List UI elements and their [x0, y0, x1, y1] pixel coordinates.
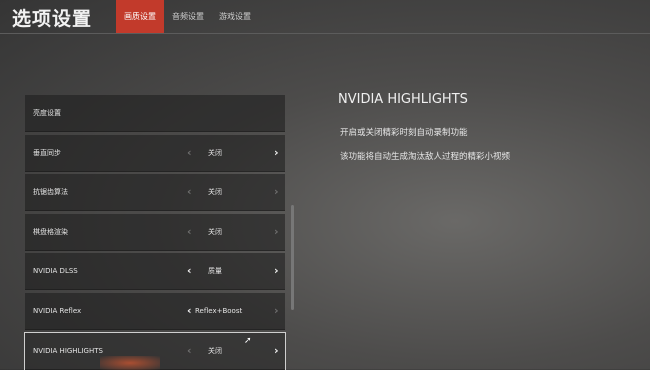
setting-value: 关闭	[208, 188, 222, 196]
setting-value: 关闭	[208, 347, 222, 355]
setting-value: Reflex+Boost	[195, 307, 243, 315]
setting-label: NVIDIA Reflex	[33, 307, 82, 315]
settings-scrollbar[interactable]	[291, 205, 294, 310]
detail-description-line: 该功能将自动生成淘汰敌人过程的精彩小视频	[340, 152, 511, 162]
accent-glow	[100, 356, 160, 370]
chevron-left-icon[interactable]: ‹	[187, 333, 192, 369]
detail-description-line: 开启或关闭精彩时刻自动录制功能	[340, 128, 468, 138]
chevron-right-icon[interactable]: ›	[274, 253, 279, 289]
setting-row-reflex[interactable]: NVIDIA Reflex ‹ Reflex+Boost ›	[25, 293, 285, 330]
page-title: 选项设置	[12, 8, 93, 30]
header-divider	[0, 33, 650, 34]
mouse-cursor-icon: ➚	[244, 336, 252, 346]
setting-row-brightness[interactable]: 亮度设置	[25, 95, 285, 132]
setting-value: 关闭	[208, 228, 222, 236]
top-bar: 选项设置 画质设置 音频设置 游戏设置	[0, 0, 650, 34]
tab-audio[interactable]: 音频设置	[166, 0, 210, 33]
chevron-right-icon[interactable]: ›	[274, 135, 279, 171]
setting-value: 质量	[208, 267, 222, 275]
chevron-left-icon[interactable]: ‹	[187, 214, 192, 250]
setting-label: 垂直同步	[33, 149, 61, 157]
setting-label: 抗锯齿算法	[33, 188, 68, 196]
chevron-right-icon[interactable]: ›	[274, 174, 279, 210]
setting-label: NVIDIA DLSS	[33, 267, 78, 275]
tab-game[interactable]: 游戏设置	[213, 0, 257, 33]
setting-row-dlss[interactable]: NVIDIA DLSS ‹ 质量 ›	[25, 253, 285, 290]
setting-label: NVIDIA HIGHLIGHTS	[33, 347, 103, 355]
tab-graphics[interactable]: 画质设置	[116, 0, 164, 34]
setting-value: 关闭	[208, 149, 222, 157]
chevron-right-icon[interactable]: ›	[274, 333, 279, 369]
setting-row-checkerboard[interactable]: 棋盘格渲染 ‹ 关闭 ›	[25, 214, 285, 251]
chevron-left-icon[interactable]: ‹	[187, 293, 192, 329]
setting-label: 亮度设置	[33, 109, 61, 117]
chevron-left-icon[interactable]: ‹	[187, 135, 192, 171]
chevron-right-icon[interactable]: ›	[274, 214, 279, 250]
setting-row-antialiasing[interactable]: 抗锯齿算法 ‹ 关闭 ›	[25, 174, 285, 211]
chevron-left-icon[interactable]: ‹	[187, 253, 192, 289]
setting-row-vsync[interactable]: 垂直同步 ‹ 关闭 ›	[25, 135, 285, 172]
detail-title: NVIDIA HIGHLIGHTS	[338, 92, 468, 107]
chevron-left-icon[interactable]: ‹	[187, 174, 192, 210]
setting-label: 棋盘格渲染	[33, 228, 68, 236]
chevron-right-icon[interactable]: ›	[274, 293, 279, 329]
